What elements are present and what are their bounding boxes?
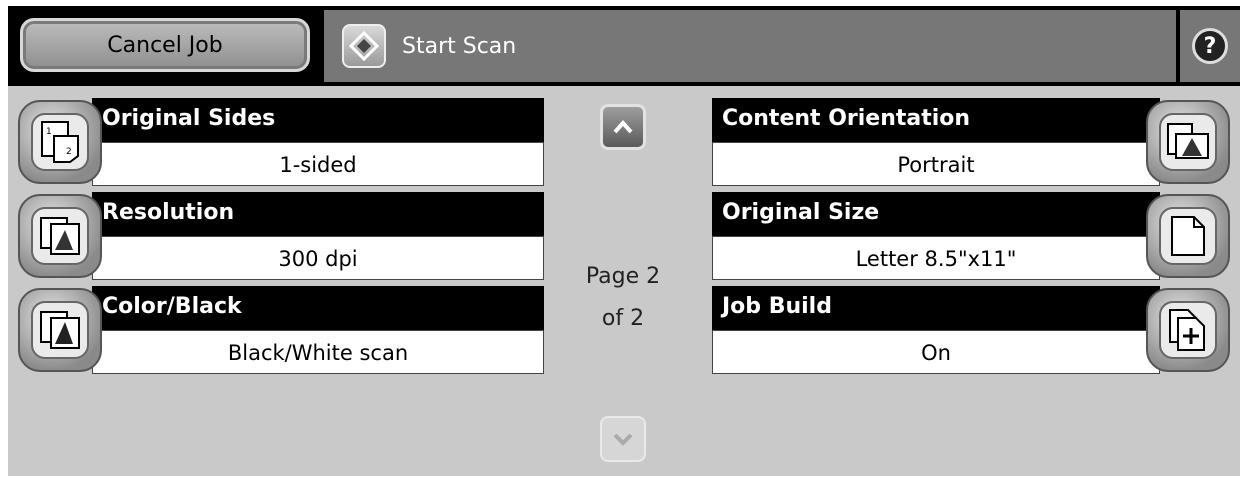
- page-indicator-line1: Page 2: [585, 264, 661, 289]
- option-title: Original Sides: [92, 98, 544, 142]
- help-icon[interactable]: ?: [1192, 28, 1228, 64]
- page-indicator: Page 2 of 2: [568, 256, 678, 340]
- job-build-icon[interactable]: [1146, 288, 1230, 372]
- option-title: Resolution: [92, 192, 544, 236]
- option-title: Job Build: [712, 286, 1160, 330]
- scan-screen: Cancel Job Start Scan ? Original Sides 1…: [8, 6, 1240, 476]
- resolution-icon[interactable]: [18, 194, 102, 278]
- option-value[interactable]: 1-sided: [92, 142, 544, 186]
- color-icon[interactable]: [18, 288, 102, 372]
- sides-icon[interactable]: 1 2: [18, 100, 102, 184]
- chevron-up-icon: [613, 119, 633, 134]
- option-value[interactable]: Letter 8.5"x11": [712, 236, 1160, 280]
- option-title: Content Orientation: [712, 98, 1160, 142]
- chevron-down-icon: [613, 433, 633, 446]
- top-bar: Cancel Job Start Scan ?: [8, 6, 1240, 84]
- start-scan-label: Start Scan: [402, 33, 517, 59]
- svg-text:1: 1: [46, 127, 52, 137]
- option-value[interactable]: Portrait: [712, 142, 1160, 186]
- option-value[interactable]: Black/White scan: [92, 330, 544, 374]
- options-panel: Original Sides 1-sided 1 2 Resolution 30…: [8, 86, 1240, 476]
- svg-text:2: 2: [66, 147, 72, 157]
- start-scan-button[interactable]: Start Scan: [342, 20, 516, 72]
- diamond-start-icon[interactable]: [342, 24, 386, 68]
- option-color-black[interactable]: Color/Black Black/White scan: [8, 286, 548, 374]
- orientation-icon[interactable]: [1146, 100, 1230, 184]
- page-icon[interactable]: [1146, 194, 1230, 278]
- option-content-orientation[interactable]: Content Orientation Portrait: [712, 98, 1232, 186]
- cancel-job-button[interactable]: Cancel Job: [20, 18, 310, 72]
- help-area[interactable]: ?: [1180, 10, 1240, 82]
- option-title: Color/Black: [92, 286, 544, 330]
- scroll-down-button[interactable]: [600, 416, 646, 462]
- start-scan-area[interactable]: Start Scan: [324, 10, 1176, 82]
- option-value[interactable]: On: [712, 330, 1160, 374]
- option-title: Original Size: [712, 192, 1160, 236]
- page-indicator-line2: of 2: [601, 306, 645, 331]
- scroll-up-button[interactable]: [600, 104, 646, 150]
- option-original-sides[interactable]: Original Sides 1-sided 1 2: [8, 98, 548, 186]
- option-resolution[interactable]: Resolution 300 dpi: [8, 192, 548, 280]
- option-original-size[interactable]: Original Size Letter 8.5"x11": [712, 192, 1232, 280]
- option-job-build[interactable]: Job Build On: [712, 286, 1232, 374]
- option-value[interactable]: 300 dpi: [92, 236, 544, 280]
